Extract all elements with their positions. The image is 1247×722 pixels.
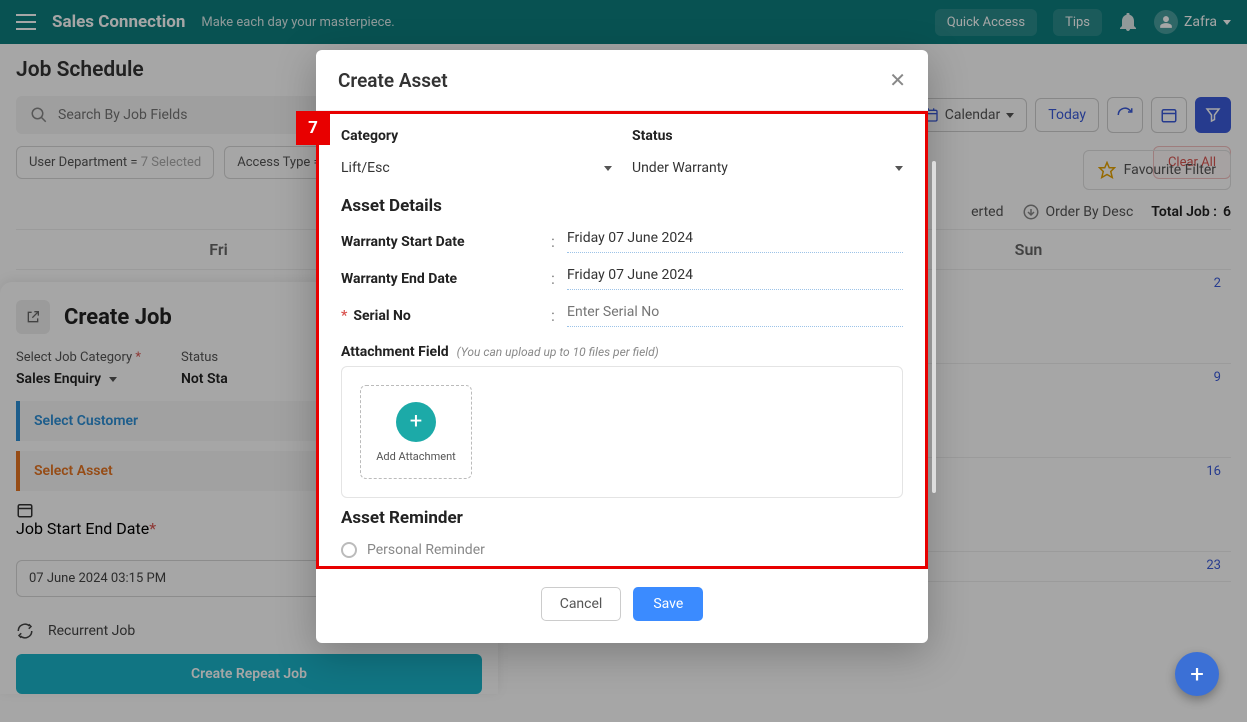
open-external-icon[interactable]: [16, 300, 50, 334]
hamburger-icon[interactable]: [16, 14, 36, 30]
chevron-down-icon: [109, 377, 117, 382]
warranty-end-value[interactable]: Friday 07 June 2024: [567, 267, 903, 290]
refresh-icon: [1116, 106, 1134, 124]
attachment-label: Attachment Field: [341, 344, 449, 360]
filter-icon: [1204, 106, 1222, 124]
warranty-start-value[interactable]: Friday 07 June 2024: [567, 230, 903, 253]
tips-button[interactable]: Tips: [1053, 9, 1102, 36]
warranty-end-row: Warranty End Date : Friday 07 June 2024: [341, 267, 903, 290]
job-status-field[interactable]: Status Not Sta: [181, 350, 228, 387]
modal-title: Create Asset: [338, 69, 448, 92]
modal-body: 7 Category Lift/Esc Status Under Warrant…: [316, 111, 928, 573]
status-inserted: erted: [971, 204, 1003, 220]
status-select[interactable]: Under Warranty: [632, 154, 903, 182]
order-by[interactable]: Order By Desc: [1022, 203, 1134, 221]
chip-value: 7 Selected: [141, 155, 201, 170]
create-job-title: Create Job: [64, 305, 172, 330]
close-icon[interactable]: ✕: [889, 68, 906, 92]
user-name: Zafra: [1184, 14, 1217, 30]
chip-label: User Department: [29, 155, 127, 170]
chevron-down-icon: [604, 166, 612, 171]
refresh-button[interactable]: [1107, 97, 1143, 133]
warranty-start-label: Warranty Start Date: [341, 234, 551, 250]
warranty-start-row: Warranty Start Date : Friday 07 June 202…: [341, 230, 903, 253]
personal-reminder-option[interactable]: Personal Reminder: [341, 542, 903, 558]
category-field: Category Lift/Esc: [341, 128, 612, 182]
asset-reminder-heading: Asset Reminder: [341, 508, 903, 528]
bell-icon[interactable]: [1118, 12, 1138, 32]
plus-icon: +: [396, 402, 436, 442]
save-button[interactable]: Save: [633, 587, 703, 621]
right-controls: Calendar Today: [910, 97, 1231, 133]
calendar-label: Calendar: [945, 107, 1001, 123]
filter-button[interactable]: [1195, 97, 1231, 133]
quick-access-button[interactable]: Quick Access: [935, 9, 1037, 36]
highlighted-area: Category Lift/Esc Status Under Warranty …: [316, 111, 928, 569]
total-job: Total Job : 6: [1151, 204, 1231, 220]
topbar: Sales Connection Make each day your mast…: [0, 0, 1247, 44]
search-icon: [30, 106, 48, 124]
chevron-down-icon: [895, 166, 903, 171]
radio-icon: [341, 542, 357, 558]
serial-no-row: *Serial No :: [341, 304, 903, 327]
calendar-icon: [16, 501, 34, 519]
modal-header: Create Asset ✕: [316, 50, 928, 111]
calendar-icon: [1160, 106, 1178, 124]
chevron-down-icon: [1006, 113, 1014, 118]
status-label: Status: [632, 128, 903, 144]
scrollbar[interactable]: [932, 161, 936, 493]
attachment-hint: (You can upload up to 10 files per field…: [457, 345, 659, 359]
sort-icon: [1022, 203, 1040, 221]
avatar-icon: [1154, 10, 1178, 34]
chevron-down-icon: [1223, 20, 1231, 25]
user-menu[interactable]: Zafra: [1154, 10, 1231, 34]
add-attachment-label: Add Attachment: [376, 450, 456, 463]
calendar-icon-button[interactable]: [1151, 97, 1187, 133]
asset-details-heading: Asset Details: [341, 196, 903, 216]
step-number-badge: 7: [296, 111, 330, 145]
create-repeat-job-button[interactable]: Create Repeat Job: [16, 654, 482, 694]
cancel-button[interactable]: Cancel: [541, 587, 622, 621]
status-field: Status Under Warranty: [632, 128, 903, 182]
star-icon: [1098, 161, 1116, 179]
chip-label: Access Type: [237, 155, 310, 170]
recurrent-icon: [16, 622, 34, 640]
serial-no-input[interactable]: [567, 304, 903, 327]
create-asset-modal: Create Asset ✕ 7 Category Lift/Esc Statu…: [316, 50, 928, 643]
favourite-filter-label: Favourite Filter: [1124, 162, 1216, 178]
warranty-end-label: Warranty End Date: [341, 271, 551, 287]
filter-chip-department[interactable]: User Department = 7 Selected: [16, 146, 214, 179]
attachment-box: + Add Attachment: [341, 366, 903, 498]
today-button[interactable]: Today: [1035, 98, 1099, 132]
modal-footer: Cancel Save: [316, 573, 928, 643]
category-label: Category: [341, 128, 612, 144]
fab-add-button[interactable]: +: [1175, 652, 1219, 696]
tagline: Make each day your masterpiece.: [201, 15, 394, 30]
favourite-filter-button[interactable]: Favourite Filter: [1083, 150, 1231, 190]
brand-name: Sales Connection: [52, 12, 185, 32]
category-select[interactable]: Lift/Esc: [341, 154, 612, 182]
serial-no-label: *Serial No: [341, 308, 551, 324]
add-attachment-button[interactable]: + Add Attachment: [360, 385, 472, 479]
job-category-field[interactable]: Select Job Category * Sales Enquiry: [16, 350, 141, 387]
